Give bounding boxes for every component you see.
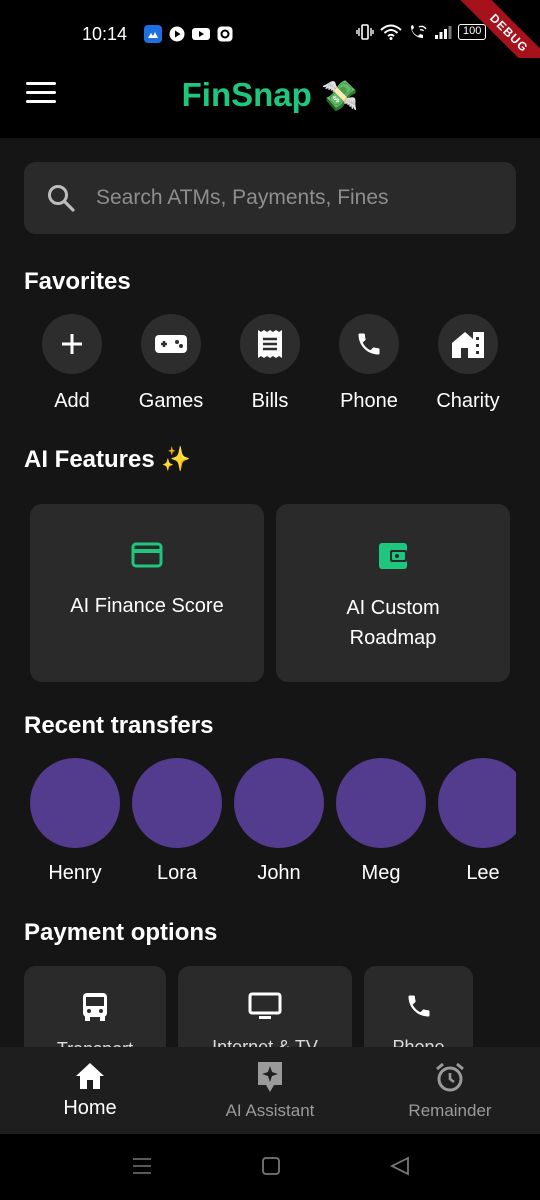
ai-features-title: AI Features ✨ (24, 445, 191, 474)
transfer-contact[interactable]: Henry (30, 758, 120, 885)
receipt-icon (240, 314, 300, 374)
favorite-label: Games (138, 390, 204, 412)
nav-remainder[interactable]: Remainder (360, 1047, 540, 1134)
status-system-icons: 100 (356, 24, 487, 40)
payment-options-list[interactable]: Transport Internet & TV Phone (24, 966, 516, 1048)
nav-ai-assistant[interactable]: AI Assistant (180, 1047, 360, 1134)
phone-icon (405, 992, 433, 1025)
favorite-bills[interactable]: Bills (222, 314, 318, 413)
nav-label: Home (63, 1097, 117, 1119)
app-bar: FinSnap 💸 (0, 58, 540, 138)
ai-card-label: AI Finance Score (70, 595, 224, 617)
vibrate-icon (356, 24, 374, 40)
transfer-contact[interactable]: Lora (132, 758, 222, 885)
home-system-button[interactable] (261, 1156, 281, 1181)
home-icon (76, 1063, 104, 1089)
menu-lines-icon (133, 1158, 151, 1174)
sparkles-emoji: ✨ (161, 446, 192, 473)
app-notification-icon (144, 25, 162, 43)
square-icon (262, 1157, 280, 1175)
play-notification-icon (168, 25, 186, 43)
favorite-games[interactable]: Games (123, 314, 219, 413)
contact-name: Meg (361, 862, 401, 884)
payment-options-title: Payment options (24, 919, 218, 946)
bus-icon (82, 992, 108, 1027)
favorite-charity[interactable]: Charity (420, 314, 516, 413)
payment-option-phone[interactable]: Phone (364, 966, 473, 1048)
favorites-title: Favorites (24, 268, 131, 295)
search-input[interactable] (96, 186, 496, 210)
ai-finance-score-card[interactable]: AI Finance Score (30, 504, 264, 682)
nav-label: AI Assistant (225, 1101, 315, 1120)
back-system-button[interactable] (389, 1156, 410, 1181)
avatar (132, 758, 222, 848)
system-navigation-bar (0, 1134, 540, 1200)
ai-custom-roadmap-card[interactable]: AI Custom Roadmap (276, 504, 510, 682)
avatar (438, 758, 516, 848)
nav-label: Remainder (408, 1101, 492, 1120)
favorites-row: Add Games Bills Phone Charity (24, 314, 516, 413)
search-bar[interactable] (24, 162, 516, 234)
alarm-clock-icon (436, 1062, 464, 1092)
avatar (336, 758, 426, 848)
app-square-notification-icon (216, 25, 234, 43)
favorite-label: Charity (436, 390, 500, 412)
wifi-calling-icon (411, 25, 427, 38)
wallet-icon (378, 542, 408, 575)
payment-option-internet-tv[interactable]: Internet & TV (178, 966, 352, 1048)
gamepad-icon (141, 314, 201, 374)
contact-name: Lee (466, 862, 500, 884)
contact-name: John (257, 862, 301, 884)
contact-name: Lora (156, 862, 198, 884)
house-icon (438, 314, 498, 374)
app-title: FinSnap 💸 (0, 76, 540, 114)
ai-card-label: AI Custom Roadmap (346, 597, 440, 649)
transfer-contact[interactable]: John (234, 758, 324, 885)
back-triangle-icon (389, 1156, 409, 1176)
credit-card-icon (131, 542, 163, 573)
favorite-label: Phone (340, 390, 398, 412)
avatar (234, 758, 324, 848)
monitor-icon (248, 992, 282, 1025)
payment-option-transport[interactable]: Transport (24, 966, 166, 1048)
signal-icon (435, 26, 452, 39)
transfer-contact[interactable]: Meg (336, 758, 426, 885)
youtube-notification-icon (192, 25, 210, 43)
app-title-text: FinSnap (181, 76, 312, 113)
phone-icon (339, 314, 399, 374)
status-notification-icons (144, 25, 234, 43)
favorite-label: Add (54, 390, 90, 412)
contact-name: Henry (48, 862, 102, 884)
ai-features-title-text: AI Features (24, 446, 155, 473)
money-wings-emoji: 💸 (320, 80, 359, 113)
status-bar: 10:14 100 DEBUG (0, 0, 540, 87)
favorite-phone[interactable]: Phone (321, 314, 417, 413)
transfer-contact[interactable]: Lee (438, 758, 516, 885)
nav-home[interactable]: Home (0, 1047, 180, 1134)
recent-transfers-list[interactable]: Henry Lora John Meg Lee (24, 758, 516, 898)
ai-sparkle-icon (258, 1062, 282, 1092)
wifi-icon (380, 24, 402, 40)
plus-icon (42, 314, 102, 374)
status-time: 10:14 (82, 24, 128, 44)
favorite-label: Bills (251, 390, 289, 412)
avatar (30, 758, 120, 848)
recent-transfers-title: Recent transfers (24, 712, 214, 739)
search-icon (48, 185, 75, 212)
recent-apps-button[interactable] (132, 1156, 152, 1181)
bottom-navigation: Home AI Assistant Remainder (0, 1047, 540, 1134)
battery-indicator: 100 (458, 24, 487, 40)
favorite-add[interactable]: Add (24, 314, 120, 413)
